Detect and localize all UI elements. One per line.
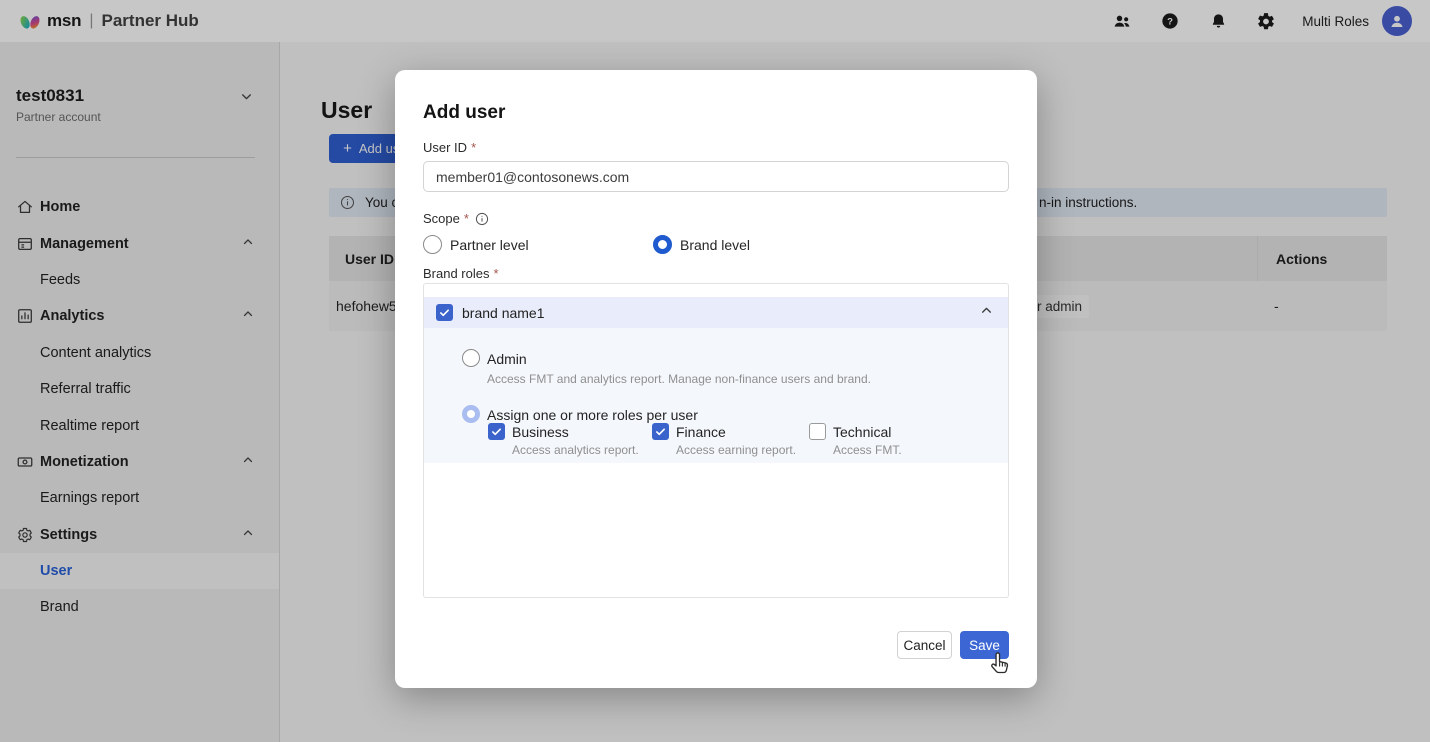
check-icon <box>439 307 450 318</box>
required-asterisk: * <box>471 140 476 155</box>
dialog-title: Add user <box>423 102 505 124</box>
brand-checkbox-checked[interactable] <box>436 304 453 321</box>
role-finance: Finance Access earning report. <box>652 423 796 457</box>
user-id-value: member01@contosonews.com <box>436 169 629 185</box>
role-description: Access earning report. <box>676 443 796 457</box>
role-business: Business Access analytics report. <box>488 423 639 457</box>
user-id-input[interactable]: member01@contosonews.com <box>423 161 1009 192</box>
admin-description: Access FMT and analytics report. Manage … <box>487 372 871 386</box>
radio-label: Brand level <box>680 237 750 253</box>
required-asterisk: * <box>464 211 469 226</box>
user-id-label-text: User ID <box>423 140 467 155</box>
radio-label: Partner level <box>450 237 529 253</box>
user-id-label: User ID * <box>423 140 476 155</box>
role-label: Technical <box>833 424 891 440</box>
roles-panel: Admin Access FMT and analytics report. M… <box>424 328 1008 463</box>
cancel-button[interactable]: Cancel <box>897 631 952 659</box>
radio-circle-unselected[interactable] <box>423 235 442 254</box>
check-icon <box>655 426 666 437</box>
finance-checkbox-row[interactable]: Finance <box>652 423 796 440</box>
brand-row[interactable]: brand name1 <box>424 297 1008 328</box>
role-technical: Technical Access FMT. <box>809 423 902 457</box>
assign-label[interactable]: Assign one or more roles per user <box>487 407 698 423</box>
brand-roles-label: Brand roles * <box>423 266 499 281</box>
role-description: Access analytics report. <box>512 443 639 457</box>
business-checkbox-checked[interactable] <box>488 423 505 440</box>
brand-roles-listbox: brand name1 Admin Access FMT and analyti… <box>423 283 1009 598</box>
assign-radio-selected[interactable] <box>462 405 480 423</box>
brand-roles-label-text: Brand roles <box>423 266 489 281</box>
business-checkbox-row[interactable]: Business <box>488 423 639 440</box>
check-icon <box>491 426 502 437</box>
admin-label[interactable]: Admin <box>487 351 527 367</box>
role-label: Finance <box>676 424 726 440</box>
radio-circle-selected[interactable] <box>653 235 672 254</box>
chevron-up-icon[interactable] <box>980 304 993 322</box>
role-description: Access FMT. <box>833 443 902 457</box>
scope-label-text: Scope <box>423 211 460 226</box>
add-user-dialog: Add user User ID * member01@contosonews.… <box>395 70 1037 688</box>
required-asterisk: * <box>493 266 498 281</box>
admin-radio-unselected[interactable] <box>462 349 480 367</box>
save-button[interactable]: Save <box>960 631 1009 659</box>
technical-checkbox-unchecked[interactable] <box>809 423 826 440</box>
role-label: Business <box>512 424 569 440</box>
info-icon[interactable] <box>475 212 489 226</box>
radio-brand-level[interactable]: Brand level <box>653 235 750 254</box>
finance-checkbox-checked[interactable] <box>652 423 669 440</box>
scope-label: Scope * <box>423 211 489 226</box>
radio-partner-level[interactable]: Partner level <box>423 235 529 254</box>
brand-name: brand name1 <box>462 305 545 321</box>
technical-checkbox-row[interactable]: Technical <box>809 423 902 440</box>
scope-radio-group: Partner level Brand level <box>423 235 1009 255</box>
